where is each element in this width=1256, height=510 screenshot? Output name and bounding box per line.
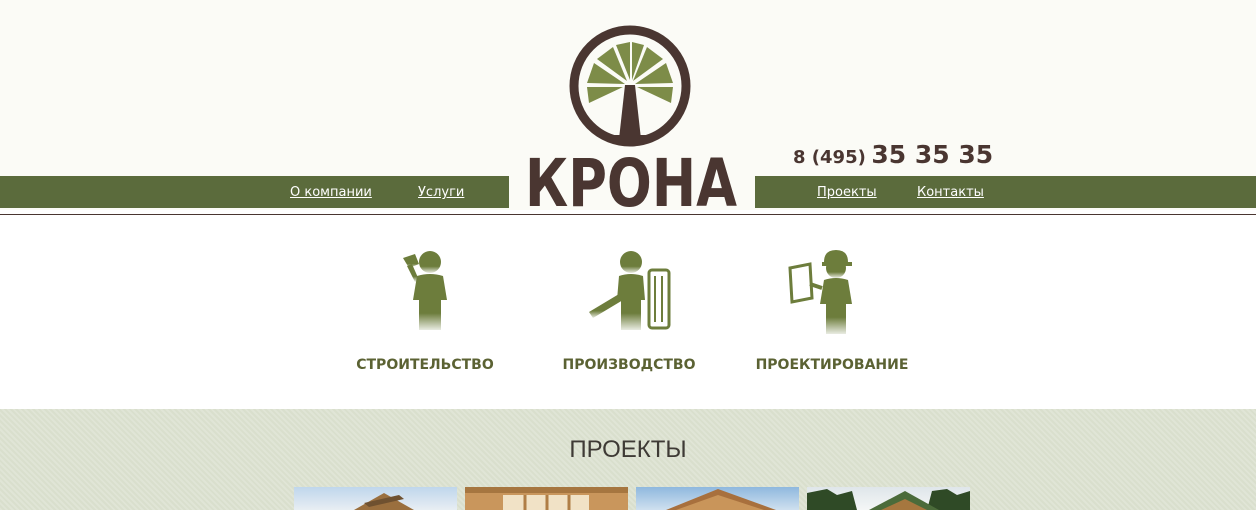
- nav-link-contacts[interactable]: Контакты: [917, 185, 984, 200]
- engineer-plan-icon: [788, 250, 852, 334]
- phone-main: 35 35 35: [871, 140, 994, 169]
- project-photo-3: [666, 489, 776, 510]
- phone-code: 8 (495): [793, 147, 866, 168]
- service-design[interactable]: ПРОЕКТИРОВАНИЕ: [742, 240, 922, 380]
- service-label-design: ПРОЕКТИРОВАНИЕ: [755, 357, 909, 373]
- project-photo-1: [354, 493, 414, 510]
- project-thumbnail-2[interactable]: [465, 487, 628, 510]
- projects-title: ПРОЕКТЫ: [569, 436, 687, 463]
- builder-hammer-icon: [403, 251, 447, 330]
- project-photo-2: [465, 487, 628, 510]
- nav-link-projects[interactable]: Проекты: [817, 185, 877, 200]
- nav-link-services[interactable]: Услуги: [418, 185, 464, 200]
- service-label-production: ПРОИЗВОДСТВО: [562, 357, 696, 373]
- brand-wordmark[interactable]: КРОНА: [522, 146, 740, 210]
- nav-link-about[interactable]: О компании: [290, 185, 372, 200]
- header-divider: [0, 214, 1256, 215]
- project-thumbnail-4[interactable]: [807, 487, 970, 510]
- service-production[interactable]: ПРОИЗВОДСТВО: [539, 240, 719, 380]
- phone-number: 8 (495) 35 35 35: [793, 140, 993, 169]
- brand-name: КРОНА: [525, 146, 737, 210]
- project-thumbnail-1[interactable]: [294, 487, 457, 510]
- worker-saw-icon: [589, 251, 671, 330]
- service-label-construction: СТРОИТЕЛЬСТВО: [356, 357, 494, 373]
- tree-logo-icon[interactable]: [569, 25, 691, 147]
- project-photo-4: [807, 489, 970, 510]
- project-thumbnail-3[interactable]: [636, 487, 799, 510]
- service-construction[interactable]: СТРОИТЕЛЬСТВО: [335, 240, 515, 380]
